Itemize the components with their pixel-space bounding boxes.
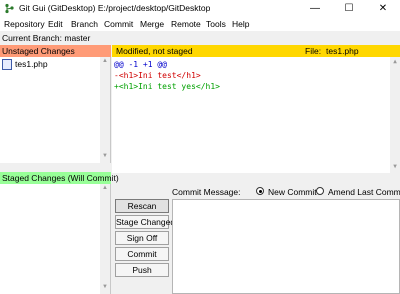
git-app-icon	[4, 3, 15, 14]
diff-file-label: File:	[305, 46, 322, 56]
amend-commit-radio[interactable]	[316, 187, 324, 195]
radio-selected-icon	[258, 189, 262, 193]
commit-message-label: Commit Message:	[172, 187, 241, 197]
rescan-button[interactable]: Rescan	[115, 199, 169, 213]
unstaged-changes-header: Unstaged Changes	[0, 45, 111, 57]
diff-hunk-header: @@ -1 +1 @@	[114, 60, 167, 69]
diff-scrollbar[interactable]: ▲ ▼	[390, 57, 400, 173]
unstaged-scrollbar[interactable]: ▲ ▼	[100, 57, 110, 163]
new-commit-label[interactable]: New Commit	[268, 187, 317, 197]
diff-status: Modified, not staged	[116, 46, 193, 56]
scroll-down-icon[interactable]: ▼	[390, 163, 400, 170]
file-icon[interactable]	[2, 59, 12, 71]
menu-help[interactable]: Help	[232, 19, 249, 29]
new-commit-radio[interactable]	[256, 187, 264, 195]
staged-changes-header: Staged Changes (Will Commit)	[0, 172, 119, 184]
menu-merge[interactable]: Merge	[140, 19, 164, 29]
scroll-down-icon[interactable]: ▼	[100, 284, 110, 290]
window-title: Git Gui (GitDesktop) E:/project/desktop/…	[19, 3, 211, 13]
scroll-up-icon[interactable]: ▲	[100, 58, 110, 64]
menu-commit[interactable]: Commit	[104, 19, 133, 29]
stage-changed-button[interactable]: Stage Changed	[115, 215, 175, 229]
amend-commit-label[interactable]: Amend Last Commit	[328, 187, 400, 197]
menu-branch[interactable]: Branch	[71, 19, 98, 29]
staged-file-list[interactable]: ▲ ▼	[0, 184, 111, 294]
menu-remote[interactable]: Remote	[171, 19, 201, 29]
staged-scrollbar[interactable]: ▲ ▼	[100, 184, 110, 294]
menu-bar: Repository Edit Branch Commit Merge Remo…	[0, 17, 400, 31]
commit-button[interactable]: Commit	[115, 247, 169, 261]
unstaged-file-list[interactable]: tes1.php ▲ ▼	[0, 57, 111, 163]
current-branch-label: Current Branch: master	[2, 33, 91, 43]
push-button[interactable]: Push	[115, 263, 169, 277]
scroll-down-icon[interactable]: ▼	[100, 153, 110, 159]
close-button[interactable]: ✕	[366, 0, 400, 17]
menu-repository[interactable]: Repository	[4, 19, 45, 29]
diff-removed-line: -<h1>Ini test</h1>	[114, 71, 201, 80]
unstaged-file-item[interactable]: tes1.php	[2, 59, 48, 71]
title-bar: Git Gui (GitDesktop) E:/project/desktop/…	[0, 0, 400, 17]
minimize-button[interactable]: —	[298, 0, 332, 17]
maximize-button[interactable]: ☐	[332, 0, 366, 17]
menu-tools[interactable]: Tools	[206, 19, 226, 29]
diff-header: Modified, not staged File: tes1.php	[112, 45, 400, 57]
menu-edit[interactable]: Edit	[48, 19, 63, 29]
diff-file-name: tes1.php	[326, 46, 359, 56]
diff-viewer[interactable]: @@ -1 +1 @@ -<h1>Ini test</h1> +<h1>Ini …	[112, 57, 400, 173]
scroll-up-icon[interactable]: ▲	[390, 58, 400, 65]
scroll-up-icon[interactable]: ▲	[100, 185, 110, 191]
sign-off-button[interactable]: Sign Off	[115, 231, 169, 245]
unstaged-file-name[interactable]: tes1.php	[15, 59, 48, 69]
diff-added-line: +<h1>Ini test yes</h1>	[114, 82, 220, 91]
commit-message-input[interactable]	[172, 199, 400, 294]
